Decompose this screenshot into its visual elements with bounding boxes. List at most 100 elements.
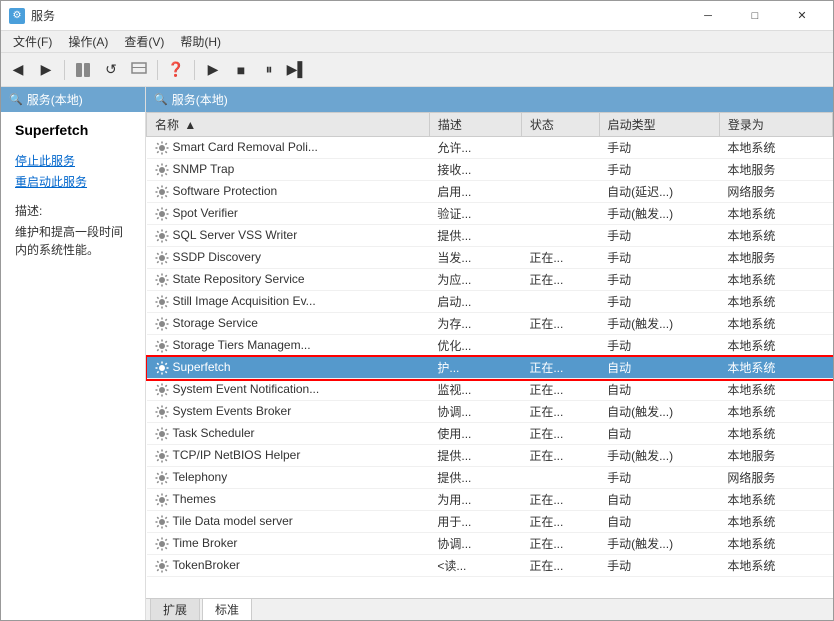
service-row-icon: [155, 405, 169, 419]
export-button[interactable]: [126, 57, 152, 83]
service-startup-cell: 手动: [599, 269, 719, 291]
service-desc-cell: 为应...: [429, 269, 521, 291]
table-row[interactable]: System Events Broker协调...正在...自动(触发...)本…: [147, 401, 833, 423]
table-row[interactable]: Storage Tiers Managem...优化...手动本地系统: [147, 335, 833, 357]
col-status[interactable]: 状态: [521, 113, 599, 137]
service-login-cell: 本地系统: [719, 137, 832, 159]
search-icon: 🔍: [9, 93, 23, 106]
table-row[interactable]: Task Scheduler使用...正在...自动本地系统: [147, 423, 833, 445]
menu-action[interactable]: 操作(A): [60, 31, 116, 52]
service-startup-cell: 手动(触发...): [599, 445, 719, 467]
service-row-icon: [155, 141, 169, 155]
service-row-icon: [155, 559, 169, 573]
service-desc-cell: 协调...: [429, 533, 521, 555]
pause-button[interactable]: ⏸: [256, 57, 282, 83]
menu-file[interactable]: 文件(F): [5, 31, 60, 52]
service-row-icon: [155, 537, 169, 551]
service-login-cell: 本地系统: [719, 401, 832, 423]
service-desc-cell: 协调...: [429, 401, 521, 423]
toolbar-separator-1: [64, 60, 65, 80]
service-name-cell: SQL Server VSS Writer: [147, 225, 430, 247]
table-row[interactable]: Telephony提供...手动网络服务: [147, 467, 833, 489]
stop-service-link[interactable]: 停止此服务: [15, 152, 131, 169]
col-name[interactable]: 名称 ▲: [147, 113, 430, 137]
services-table-container: 名称 ▲ 描述 状态 启动类型: [146, 112, 833, 598]
forward-button[interactable]: ▶: [33, 57, 59, 83]
tab-extended[interactable]: 扩展: [150, 598, 200, 620]
table-row[interactable]: Storage Service为存...正在...手动(触发...)本地系统: [147, 313, 833, 335]
table-row[interactable]: Smart Card Removal Poli...允许...手动本地系统: [147, 137, 833, 159]
table-row[interactable]: Themes为用...正在...自动本地系统: [147, 489, 833, 511]
col-startup[interactable]: 启动类型: [599, 113, 719, 137]
service-startup-cell: 手动: [599, 291, 719, 313]
service-status-cell: 正在...: [521, 401, 599, 423]
service-name-cell: SNMP Trap: [147, 159, 430, 181]
service-status-cell: 正在...: [521, 313, 599, 335]
left-panel: 🔍 服务(本地) Superfetch 停止此服务 重启动此服务 描述: 维护和…: [1, 87, 146, 620]
service-desc-cell: 启用...: [429, 181, 521, 203]
minimize-button[interactable]: ─: [685, 1, 731, 31]
service-startup-cell: 自动: [599, 379, 719, 401]
close-button[interactable]: ✕: [779, 1, 825, 31]
service-name-cell: Software Protection: [147, 181, 430, 203]
service-name-text: State Repository Service: [173, 272, 305, 286]
service-startup-cell: 自动(触发...): [599, 401, 719, 423]
service-row-icon: [155, 229, 169, 243]
col-desc[interactable]: 描述: [429, 113, 521, 137]
table-row[interactable]: SQL Server VSS Writer提供...手动本地系统: [147, 225, 833, 247]
service-row-icon: [155, 251, 169, 265]
refresh-button[interactable]: ↺: [98, 57, 124, 83]
table-row[interactable]: Still Image Acquisition Ev...启动...手动本地系统: [147, 291, 833, 313]
service-desc-cell: 监视...: [429, 379, 521, 401]
service-login-cell: 本地服务: [719, 247, 832, 269]
window-title: 服务: [31, 7, 55, 24]
help-button[interactable]: ❓: [163, 57, 189, 83]
table-row[interactable]: SSDP Discovery当发...正在...手动本地服务: [147, 247, 833, 269]
services-table: 名称 ▲ 描述 状态 启动类型: [146, 112, 833, 577]
stop-button[interactable]: ■: [228, 57, 254, 83]
service-status-cell: 正在...: [521, 489, 599, 511]
table-row[interactable]: Software Protection启用...自动(延迟...)网络服务: [147, 181, 833, 203]
service-startup-cell: 自动: [599, 423, 719, 445]
service-login-cell: 本地系统: [719, 423, 832, 445]
service-name-text: Still Image Acquisition Ev...: [173, 294, 316, 308]
maximize-button[interactable]: □: [732, 1, 778, 31]
service-status-cell: [521, 291, 599, 313]
service-login-cell: 本地系统: [719, 489, 832, 511]
service-name-cell: Superfetch: [147, 357, 430, 379]
service-name-cell: TCP/IP NetBIOS Helper: [147, 445, 430, 467]
service-name-cell: Telephony: [147, 467, 430, 489]
col-login[interactable]: 登录为: [719, 113, 832, 137]
restart-service-link[interactable]: 重启动此服务: [15, 173, 131, 190]
menu-view[interactable]: 查看(V): [116, 31, 172, 52]
show-hide-button[interactable]: [70, 57, 96, 83]
table-row[interactable]: Time Broker协调...正在...手动(触发...)本地系统: [147, 533, 833, 555]
table-row[interactable]: Tile Data model server用于...正在...自动本地系统: [147, 511, 833, 533]
menu-help[interactable]: 帮助(H): [172, 31, 229, 52]
tab-standard[interactable]: 标准: [202, 598, 252, 620]
service-desc-cell: 接收...: [429, 159, 521, 181]
service-status-cell: 正在...: [521, 511, 599, 533]
service-row-icon: [155, 493, 169, 507]
menu-bar: 文件(F) 操作(A) 查看(V) 帮助(H): [1, 31, 833, 53]
table-row[interactable]: TokenBroker<读...正在...手动本地系统: [147, 555, 833, 577]
service-login-cell: 本地系统: [719, 335, 832, 357]
service-login-cell: 本地系统: [719, 225, 832, 247]
service-startup-cell: 手动(触发...): [599, 533, 719, 555]
table-row[interactable]: Spot Verifier验证...手动(触发...)本地系统: [147, 203, 833, 225]
service-name-text: System Event Notification...: [173, 382, 320, 396]
service-detail-panel: Superfetch 停止此服务 重启动此服务 描述: 维护和提高一段时间内的系…: [1, 112, 145, 269]
table-row[interactable]: System Event Notification...监视...正在...自动…: [147, 379, 833, 401]
back-button[interactable]: ◀: [5, 57, 31, 83]
service-name-text: Time Broker: [173, 536, 238, 550]
service-name-text: Themes: [173, 492, 216, 506]
restart-button[interactable]: ▶▌: [284, 57, 310, 83]
table-row[interactable]: TCP/IP NetBIOS Helper提供...正在...手动(触发...)…: [147, 445, 833, 467]
app-icon: ⚙: [9, 8, 25, 24]
service-name-cell: Task Scheduler: [147, 423, 430, 445]
table-row[interactable]: SNMP Trap接收...手动本地服务: [147, 159, 833, 181]
play-button[interactable]: ▶: [200, 57, 226, 83]
table-row[interactable]: State Repository Service为应...正在...手动本地系统: [147, 269, 833, 291]
table-row[interactable]: Superfetch护...正在...自动本地系统: [147, 357, 833, 379]
service-name-text: Task Scheduler: [173, 426, 255, 440]
